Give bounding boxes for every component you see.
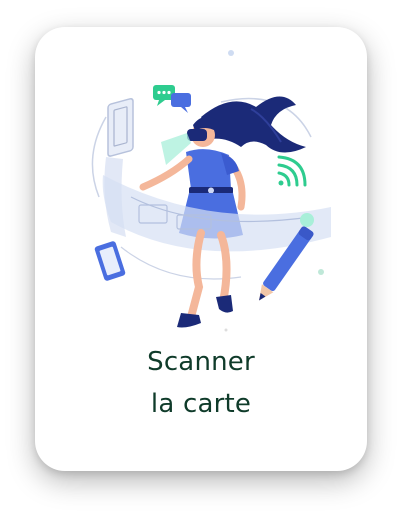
vr-scanner-illustration-icon [91,50,331,332]
card-title-line-1: Scanner [147,347,255,377]
scan-card-button[interactable]: Scanner la carte [35,27,367,471]
card-title-line-2: la carte [150,389,252,419]
